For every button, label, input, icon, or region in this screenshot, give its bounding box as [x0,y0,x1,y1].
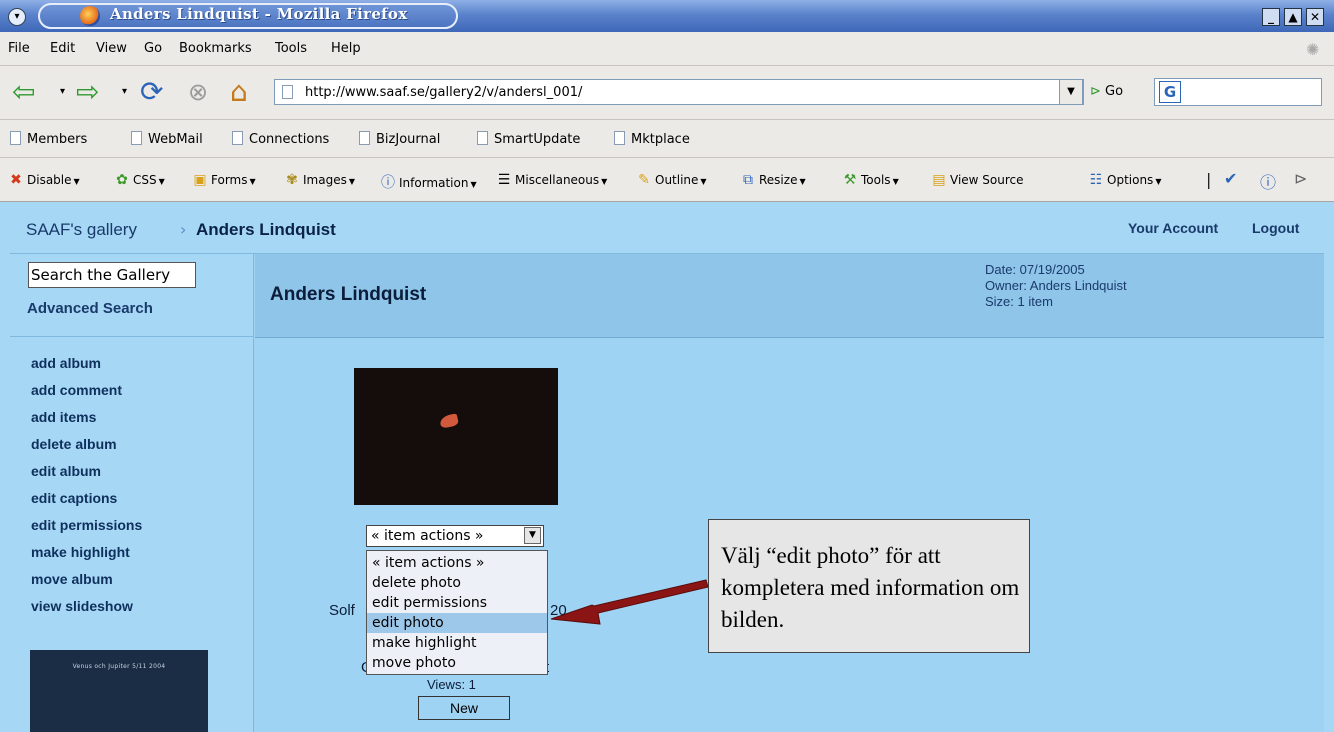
callout-text: Välj “edit photo” för att kompletera med… [721,543,1020,632]
callout-arrow-shape [550,579,709,625]
instruction-callout: Välj “edit photo” för att kompletera med… [708,519,1030,653]
callout-arrow [550,579,709,625]
